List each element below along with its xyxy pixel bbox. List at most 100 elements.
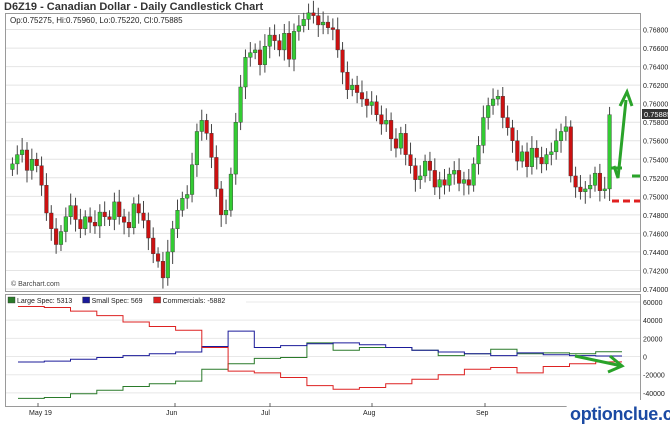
candle-body <box>563 126 568 132</box>
candle-body <box>554 140 559 153</box>
candle-body <box>199 120 204 132</box>
candle-body <box>340 49 345 73</box>
x-tick-label: Sep <box>476 410 489 417</box>
candle-body <box>350 84 355 90</box>
candle-body <box>573 175 578 188</box>
candle-body <box>122 216 127 223</box>
price-panel <box>5 13 641 292</box>
candle-body <box>330 27 335 30</box>
candle-body <box>578 186 583 192</box>
candle-body <box>384 120 389 125</box>
candle-body <box>437 179 442 188</box>
cot-tick-label: -40000 <box>643 391 665 398</box>
candle-body <box>325 21 331 28</box>
candle-body <box>185 194 190 199</box>
candle-body <box>83 216 88 229</box>
candle-body <box>491 98 496 106</box>
candle-body <box>379 114 384 125</box>
candle-body <box>296 25 301 32</box>
candle-body <box>403 133 408 155</box>
candle-body <box>228 173 233 211</box>
candle-body <box>78 219 83 229</box>
cot-legend: Large Spec: 5313 Small Spec: 569 Commercia… <box>7 296 226 305</box>
watermark: optionclue.com <box>570 404 670 424</box>
source-label: © Barchart.com <box>11 280 60 288</box>
candle-body <box>583 188 588 192</box>
legend-swatch <box>7 296 16 304</box>
candle-body <box>432 170 437 188</box>
candle-body <box>529 147 534 167</box>
candle-body <box>447 173 452 186</box>
candle-body <box>301 19 306 27</box>
candle-body <box>500 96 505 118</box>
candle-body <box>151 237 156 254</box>
candle-body <box>423 160 428 177</box>
candle-body <box>452 170 457 175</box>
last-price-tag: 0.75885 <box>644 110 670 119</box>
candle-body <box>393 138 399 149</box>
cot-axis: 60000 40000 20000 0 -20000 -40000 <box>643 300 665 398</box>
candle-body <box>413 165 418 180</box>
candle-body <box>597 172 602 191</box>
candle-body <box>219 188 224 216</box>
candle-body <box>568 126 573 177</box>
cot-tick-label: 40000 <box>643 318 663 325</box>
candle-body <box>97 211 102 227</box>
candle-body <box>335 29 340 51</box>
price-tick-label: 0.74000 <box>643 287 668 294</box>
legend-swatch <box>153 296 161 304</box>
candle-body <box>457 170 462 184</box>
candle-body <box>364 98 369 106</box>
candle-body <box>20 149 25 155</box>
price-tick-label: 0.75400 <box>643 157 668 164</box>
candle-body <box>180 197 185 211</box>
candle-body <box>607 114 612 190</box>
x-tick-label: May 19 <box>29 410 52 417</box>
candle-body <box>558 131 564 141</box>
candle-body <box>34 159 39 166</box>
candle-body <box>408 154 413 166</box>
price-axis: 0.768000.766000.764000.762000.760000.758… <box>643 28 668 294</box>
candle-body <box>209 133 214 158</box>
candle-body <box>73 205 78 220</box>
candle-body <box>233 121 238 175</box>
candle-body <box>466 179 471 186</box>
candle-body <box>92 222 98 227</box>
legend-label: Small Spec: 569 <box>92 298 143 305</box>
candle-body <box>442 179 447 186</box>
price-tick-label: 0.75200 <box>643 176 668 183</box>
candle-body <box>510 127 515 141</box>
legend-label: Commercials: -5882 <box>163 298 226 305</box>
candle-body <box>223 210 229 216</box>
candle-body <box>515 140 520 162</box>
candle-body <box>524 151 530 167</box>
x-tick-label: Aug <box>363 410 376 417</box>
price-tick-label: 0.75000 <box>643 194 668 201</box>
candle-body <box>311 12 316 16</box>
candle-body <box>29 159 34 171</box>
candle-body <box>126 222 131 229</box>
candle-body <box>165 251 170 279</box>
candle-body <box>102 211 107 217</box>
candle-body <box>49 212 54 229</box>
candle-body <box>389 120 394 140</box>
chart-canvas: 0.768000.766000.764000.762000.760000.758… <box>5 0 670 417</box>
price-tick-label: 0.75600 <box>643 139 668 146</box>
candle-body <box>427 160 432 171</box>
x-tick-label: Jun <box>166 410 177 417</box>
candle-body <box>141 212 146 221</box>
candle-body <box>170 228 175 253</box>
candle-body <box>369 101 374 106</box>
candle-body <box>107 216 112 220</box>
candle-body <box>282 33 287 51</box>
candle-body <box>146 220 151 239</box>
candle-body <box>54 228 59 245</box>
candle-body <box>495 96 500 100</box>
candle-body <box>253 49 258 53</box>
candle-body <box>291 31 297 60</box>
price-tick-label: 0.76400 <box>643 65 668 72</box>
candle-body <box>316 15 321 26</box>
candle-body <box>63 216 68 232</box>
price-tick-label: 0.76000 <box>643 102 668 109</box>
candle-body <box>267 34 272 47</box>
